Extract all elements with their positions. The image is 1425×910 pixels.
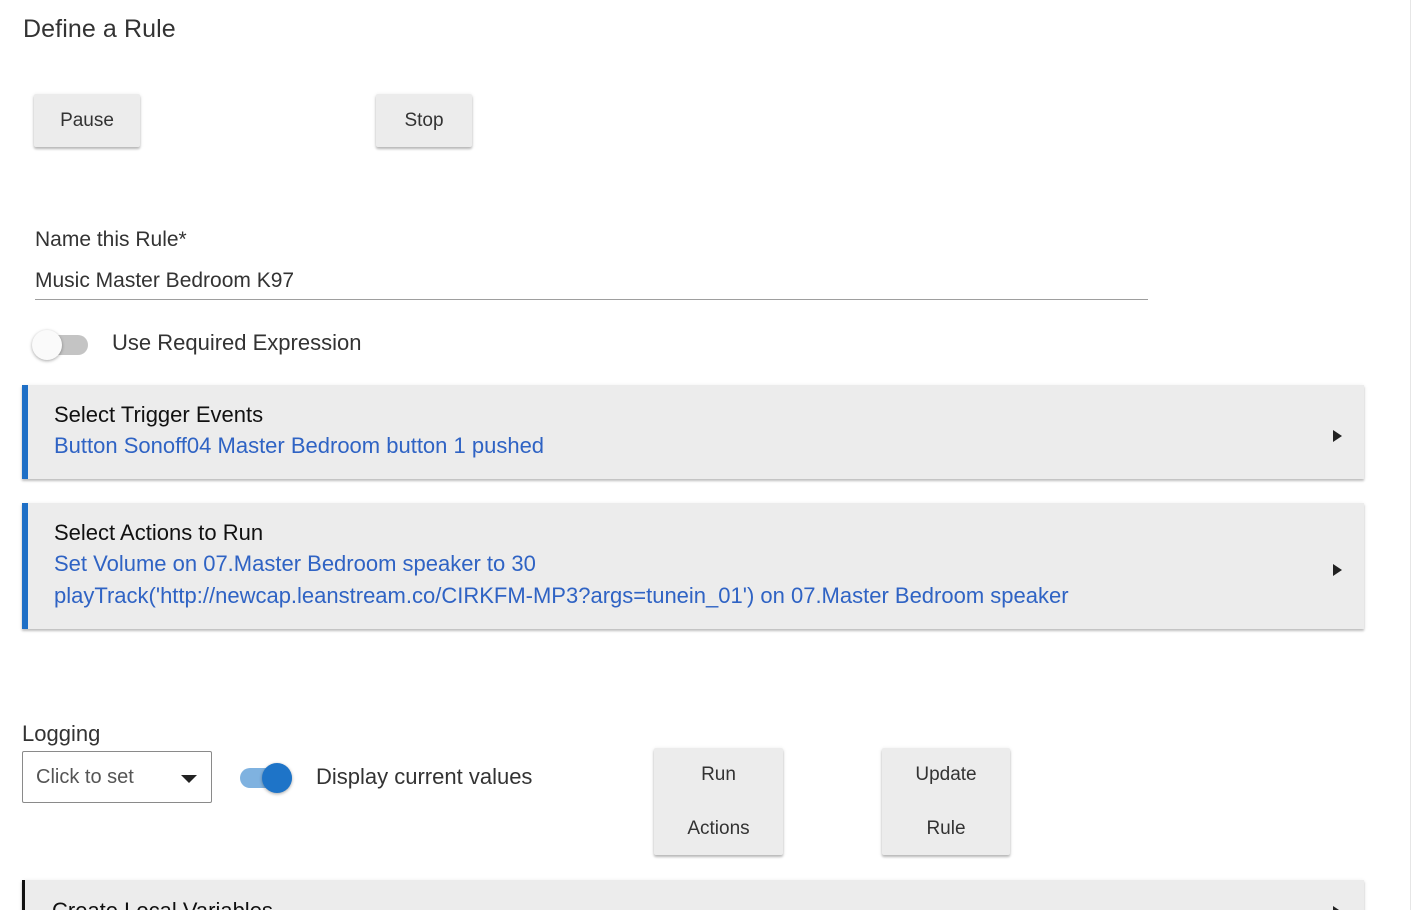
toggle-thumb [262,763,292,793]
local-variables-title: Create Local Variables [52,898,273,910]
caret-right-icon [1333,564,1342,576]
run-actions-button[interactable]: Run Actions [654,748,783,855]
update-rule-button[interactable]: Update Rule [882,748,1010,855]
rule-name-input[interactable] [35,262,1148,300]
scrollbar-edge [1410,0,1411,910]
display-values-toggle[interactable] [236,763,292,793]
toggle-thumb [32,330,62,360]
caret-right-icon [1333,906,1342,910]
display-values-label: Display current values [316,764,533,789]
action-line: playTrack('http://newcap.leanstream.co/C… [54,583,1069,608]
action-line: Set Volume on 07.Master Bedroom speaker … [54,551,536,576]
logging-select[interactable]: Click to set [22,751,212,803]
rule-name-label: Name this Rule* [35,228,187,251]
page-title: Define a Rule [23,15,176,43]
actions-title: Select Actions to Run [54,520,264,545]
stop-button[interactable]: Stop [376,94,472,147]
pause-button[interactable]: Pause [34,94,140,147]
actions-section[interactable]: Select Actions to Run Set Volume on 07.M… [22,503,1364,629]
logging-label: Logging [22,721,101,746]
chevron-down-icon [181,775,197,783]
local-variables-section[interactable]: Create Local Variables [22,880,1364,910]
required-expression-toggle[interactable] [32,330,88,360]
run-actions-label: Run Actions [687,763,750,839]
update-rule-label: Update Rule [915,763,977,839]
caret-right-icon [1333,430,1342,442]
trigger-events-title: Select Trigger Events [54,402,264,427]
trigger-events-section[interactable]: Select Trigger Events Button Sonoff04 Ma… [22,385,1364,479]
logging-select-value: Click to set [36,766,134,788]
required-expression-label: Use Required Expression [112,330,362,355]
trigger-event-line: Button Sonoff04 Master Bedroom button 1 … [54,433,545,458]
